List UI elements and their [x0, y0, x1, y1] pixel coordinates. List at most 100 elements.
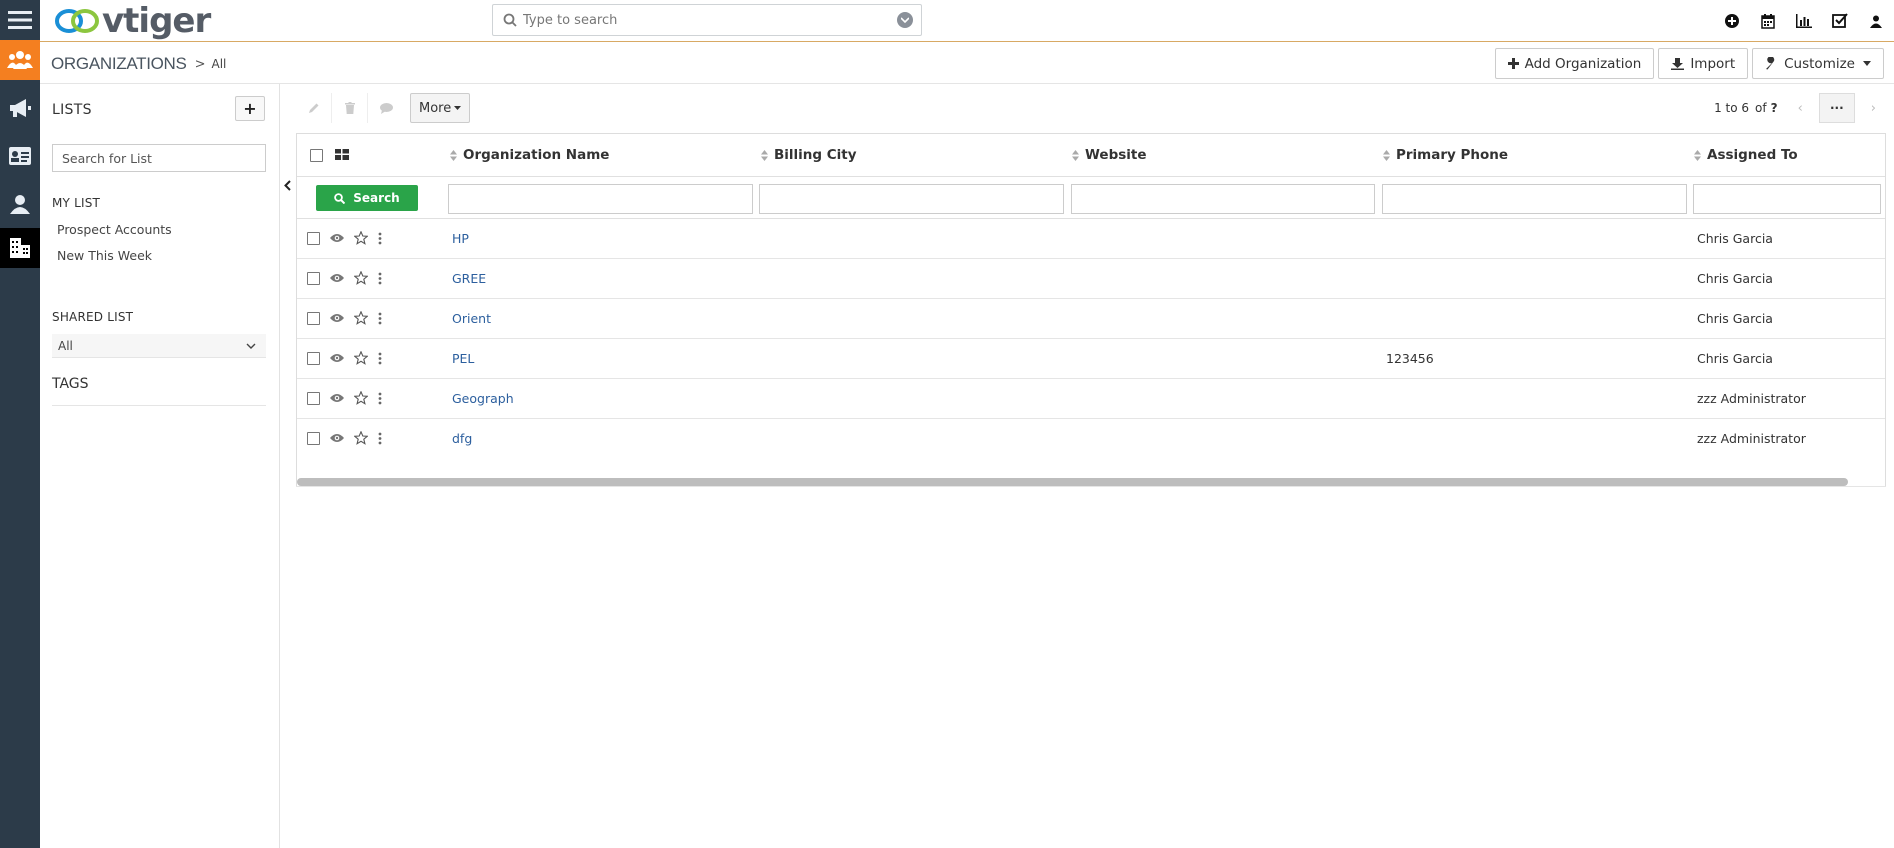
- eye-icon[interactable]: [330, 393, 344, 403]
- global-search-input[interactable]: [523, 12, 897, 28]
- menu-icon: [8, 11, 32, 29]
- edit-button[interactable]: [296, 93, 332, 123]
- table-header: Organization Name Billing City Website P…: [297, 134, 1885, 177]
- column-header-website[interactable]: Website: [1072, 147, 1147, 163]
- more-vertical-icon[interactable]: [378, 392, 382, 405]
- comment-button[interactable]: [368, 93, 404, 123]
- row-checkbox[interactable]: [307, 231, 320, 245]
- eye-icon[interactable]: [330, 433, 344, 443]
- eye-icon[interactable]: [330, 353, 344, 363]
- calendar-button[interactable]: [1750, 0, 1786, 42]
- header-actions: [1714, 0, 1894, 42]
- list-item-prospect-accounts[interactable]: Prospect Accounts: [57, 222, 172, 237]
- customize-button[interactable]: Customize: [1752, 48, 1884, 79]
- vtiger-logo[interactable]: vtiger: [54, 1, 211, 41]
- logo-text: vtiger: [102, 1, 211, 41]
- more-actions-button[interactable]: More: [410, 93, 471, 123]
- rail-item-contacts[interactable]: [0, 40, 40, 80]
- star-icon[interactable]: [354, 271, 368, 285]
- trash-icon: [344, 102, 355, 114]
- select-all-checkbox[interactable]: [310, 149, 323, 162]
- breadcrumb: ORGANIZATIONS > All: [51, 54, 226, 74]
- add-organization-button[interactable]: Add Organization: [1494, 48, 1655, 79]
- table-row[interactable]: HP Chris Garcia: [297, 219, 1885, 259]
- more-vertical-icon[interactable]: [378, 232, 382, 245]
- row-checkbox[interactable]: [307, 311, 320, 325]
- eye-icon[interactable]: [330, 273, 344, 283]
- megaphone-icon: [10, 99, 31, 117]
- import-button[interactable]: Import: [1658, 48, 1749, 79]
- organization-name-link[interactable]: GREE: [452, 271, 486, 286]
- more-vertical-icon[interactable]: [378, 352, 382, 365]
- row-checkbox[interactable]: [307, 391, 320, 405]
- assigned-to-cell: Chris Garcia: [1697, 231, 1773, 246]
- table-row[interactable]: PEL 123456 Chris Garcia: [297, 339, 1885, 379]
- previous-page-button[interactable]: ‹: [1792, 101, 1809, 116]
- rail-item-contact-cards[interactable]: [0, 136, 40, 176]
- sort-icon: [1072, 149, 1079, 161]
- row-controls: [307, 391, 382, 405]
- organization-name-link[interactable]: Geograph: [452, 391, 514, 406]
- row-checkbox[interactable]: [307, 431, 320, 445]
- filter-website-input[interactable]: [1071, 184, 1375, 214]
- eye-icon[interactable]: [330, 313, 344, 323]
- rail-item-marketing[interactable]: [0, 88, 40, 128]
- row-checkbox[interactable]: [307, 351, 320, 365]
- list-item-new-this-week[interactable]: New This Week: [57, 248, 152, 263]
- page-jump-button[interactable]: ···: [1818, 93, 1855, 123]
- column-label: Billing City: [774, 147, 857, 163]
- next-page-button[interactable]: ›: [1865, 101, 1882, 116]
- horizontal-scrollbar[interactable]: [297, 478, 1848, 486]
- column-header-organization-name[interactable]: Organization Name: [450, 147, 609, 163]
- page-range: 1 to 6: [1714, 101, 1750, 115]
- app-rail: [0, 0, 40, 848]
- add-list-button[interactable]: +: [235, 96, 265, 121]
- table-row[interactable]: Geograph zzz Administrator: [297, 379, 1885, 419]
- quick-create-button[interactable]: [1714, 0, 1750, 42]
- organization-name-link[interactable]: dfg: [452, 431, 472, 446]
- row-checkbox[interactable]: [307, 271, 320, 285]
- star-icon[interactable]: [354, 231, 368, 245]
- table-row[interactable]: dfg zzz Administrator: [297, 419, 1885, 459]
- collapse-sidebar-button[interactable]: [280, 172, 294, 198]
- breadcrumb-module[interactable]: ORGANIZATIONS: [51, 54, 187, 74]
- filter-billing-city-input[interactable]: [759, 184, 1064, 214]
- column-header-primary-phone[interactable]: Primary Phone: [1383, 147, 1508, 163]
- star-icon[interactable]: [354, 391, 368, 405]
- search-list-input[interactable]: [52, 144, 266, 172]
- search-button[interactable]: Search: [316, 185, 418, 211]
- organization-building-icon: [10, 238, 30, 258]
- rail-item-organizations[interactable]: [0, 228, 40, 268]
- tags-section: TAGS: [52, 376, 266, 406]
- filter-organization-name-input[interactable]: [448, 184, 753, 214]
- more-vertical-icon[interactable]: [378, 272, 382, 285]
- global-search[interactable]: [492, 4, 922, 36]
- tasks-button[interactable]: [1822, 0, 1858, 42]
- eye-icon[interactable]: [330, 233, 344, 243]
- organization-name-link[interactable]: Orient: [452, 311, 491, 326]
- row-controls: [307, 431, 382, 445]
- rail-item-users[interactable]: [0, 184, 40, 224]
- star-icon[interactable]: [354, 431, 368, 445]
- more-vertical-icon[interactable]: [378, 432, 382, 445]
- column-header-assigned-to[interactable]: Assigned To: [1694, 147, 1798, 163]
- star-icon[interactable]: [354, 351, 368, 365]
- organization-name-link[interactable]: HP: [452, 231, 469, 246]
- table-row[interactable]: GREE Chris Garcia: [297, 259, 1885, 299]
- page-total[interactable]: ?: [1771, 101, 1778, 115]
- bar-chart-icon: [1796, 14, 1812, 28]
- organization-name-link[interactable]: PEL: [452, 351, 474, 366]
- table-row[interactable]: Orient Chris Garcia: [297, 299, 1885, 339]
- star-icon[interactable]: [354, 311, 368, 325]
- user-menu-button[interactable]: [1858, 0, 1894, 42]
- menu-button[interactable]: [0, 0, 40, 40]
- filter-primary-phone-input[interactable]: [1382, 184, 1687, 214]
- column-layout-icon[interactable]: [335, 149, 349, 160]
- filter-assigned-to-input[interactable]: [1693, 184, 1881, 214]
- reports-button[interactable]: [1786, 0, 1822, 42]
- column-header-billing-city[interactable]: Billing City: [761, 147, 857, 163]
- more-vertical-icon[interactable]: [378, 312, 382, 325]
- delete-button[interactable]: [332, 93, 368, 123]
- shared-list-select[interactable]: All: [52, 334, 266, 358]
- search-options-dropdown[interactable]: [897, 12, 913, 28]
